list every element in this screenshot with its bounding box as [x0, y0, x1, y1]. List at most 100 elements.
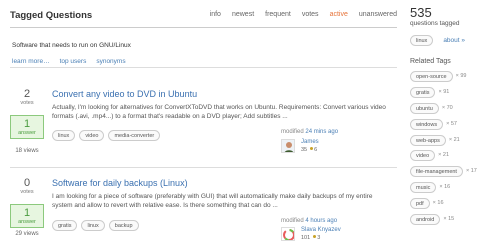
related-tag-row: ubuntu × 70 [410, 102, 480, 119]
question-title-link[interactable]: Convert any video to DVD in Ubuntu [52, 89, 197, 99]
view-count: 29 views [15, 231, 39, 237]
question-title-link[interactable]: Software for daily backups (Linux) [52, 178, 188, 188]
related-tag[interactable]: android [410, 214, 441, 226]
related-tag[interactable]: pdf [410, 198, 430, 210]
related-tag-count: × 91 [438, 88, 450, 95]
user-reputation: 35 6 [301, 147, 317, 153]
tag-linux[interactable]: linux [52, 130, 76, 141]
user-name-link[interactable]: Slava Knyazev [301, 227, 341, 233]
tag-linux[interactable]: linux [81, 220, 105, 231]
related-tag-row: music × 16 [410, 182, 480, 198]
question-excerpt: I am looking for a piece of software (pr… [52, 193, 373, 209]
sort-tabs: info newest frequent votes active unansw… [199, 11, 397, 18]
tag-backup[interactable]: backup [108, 220, 139, 231]
related-tag-row: gratis × 91 [410, 86, 480, 103]
related-tag-row: android × 15 [410, 214, 480, 230]
bronze-badge-icon [310, 147, 314, 150]
related-tag-row: video × 21 [410, 150, 480, 166]
related-tag[interactable]: video [410, 150, 436, 162]
related-tag-count: × 15 [443, 216, 455, 223]
modified-time-link[interactable]: 4 hours ago [305, 218, 337, 224]
avatar[interactable] [281, 227, 295, 241]
tag-media-converter[interactable]: media-converter [108, 130, 161, 141]
tag-excerpt: Software that needs to run on GNU/Linux [12, 42, 131, 49]
related-tag-row: pdf × 16 [410, 198, 480, 214]
vote-number: 2 [23, 88, 31, 100]
related-tag-row: web-apps × 21 [410, 134, 480, 151]
modified-info: modified 24 mins ago [281, 129, 338, 135]
related-tag-count: × 21 [438, 152, 450, 159]
page-title: Tagged Questions [10, 10, 93, 21]
related-tag-count: × 16 [432, 200, 444, 207]
badge-count: 3 [317, 235, 321, 241]
question-count-label: questions tagged [410, 20, 460, 27]
vote-number: 0 [23, 177, 31, 189]
modified-info: modified 4 hours ago [281, 218, 337, 224]
badge-count: 6 [314, 147, 318, 153]
related-tag-row: open-source × 99 [410, 71, 480, 87]
tab-newest[interactable]: newest [232, 11, 254, 18]
synonyms-link[interactable]: synonyms [96, 58, 125, 65]
related-tag-count: × 17 [465, 168, 477, 175]
sidebar-tag-row: linux about » [410, 35, 465, 46]
tab-unanswered[interactable]: unanswered [359, 11, 397, 18]
tag-video[interactable]: video [79, 130, 105, 141]
modified-time-link[interactable]: 24 mins ago [305, 129, 338, 135]
related-tag-count: × 99 [455, 73, 467, 79]
user-name-link[interactable]: James [301, 139, 319, 145]
answer-number: 1 [23, 207, 31, 219]
related-tag-count: × 21 [448, 136, 460, 143]
page-header: Tagged Questions info newest frequent vo… [10, 0, 397, 28]
related-tag-count: × 70 [441, 104, 453, 111]
related-tag-count: × 57 [446, 120, 457, 127]
related-tag[interactable]: ubuntu [410, 102, 439, 114]
bronze-badge-icon [313, 235, 317, 238]
related-tag[interactable]: windows [410, 118, 444, 130]
tag-gratis[interactable]: gratis [52, 220, 78, 231]
tab-votes[interactable]: votes [302, 11, 319, 18]
vote-label: votes [20, 100, 34, 106]
sidebar-tag-linux[interactable]: linux [410, 35, 434, 46]
question-count: 535 [410, 5, 432, 20]
related-tag-count: × 16 [439, 184, 451, 191]
related-tag[interactable]: web-apps [410, 134, 446, 146]
answer-count: 1 answer [10, 115, 44, 139]
question-tags: linux video media-converter [52, 130, 164, 141]
reputation-score: 101 [301, 235, 311, 241]
question-summary: 2 votes 1 answer 18 views Convert any vi… [10, 84, 397, 168]
vote-count: 0 votes [10, 177, 44, 195]
tab-info[interactable]: info [210, 11, 221, 18]
tab-active[interactable]: active [330, 11, 348, 18]
related-tag[interactable]: file-management [410, 166, 463, 178]
related-tags-list: open-source × 99 gratis × 91 ubuntu × 70 wi… [410, 71, 480, 230]
avatar[interactable] [281, 139, 295, 153]
answer-number: 1 [23, 118, 31, 130]
answer-label: answer [18, 219, 36, 225]
related-tags-title: Related Tags [410, 58, 451, 65]
related-tag[interactable]: open-source [410, 71, 453, 82]
question-summary: 0 votes 1 answer 29 views Software for d… [10, 173, 397, 245]
tab-frequent[interactable]: frequent [265, 11, 291, 18]
modified-label: modified [281, 129, 304, 135]
tag-info-links: learn more… top users synonyms [12, 58, 136, 65]
related-tag[interactable]: music [410, 182, 437, 194]
user-reputation: 101 3 [301, 235, 320, 241]
user-avatar-icon [282, 140, 294, 152]
modified-label: modified [281, 218, 304, 224]
question-tags: gratis linux backup [52, 220, 143, 231]
tag-info-box: Software that needs to run on GNU/Linux … [10, 38, 397, 68]
related-tag-row: windows × 57 [410, 118, 480, 135]
identicon-avatar-icon [282, 228, 294, 240]
learn-more-link[interactable]: learn more… [12, 58, 50, 65]
related-tag[interactable]: gratis [410, 86, 436, 98]
related-tag-row: file-management × 17 [410, 166, 480, 182]
top-users-link[interactable]: top users [60, 58, 87, 65]
answer-count: 1 answer [10, 204, 44, 228]
reputation-score: 35 [301, 147, 308, 153]
vote-count: 2 votes [10, 88, 44, 106]
view-count: 18 views [15, 148, 39, 154]
answer-label: answer [18, 130, 36, 136]
about-link[interactable]: about » [443, 37, 465, 44]
vote-label: votes [20, 189, 34, 195]
question-excerpt: Actually, I'm looking for alternatives f… [52, 104, 386, 120]
